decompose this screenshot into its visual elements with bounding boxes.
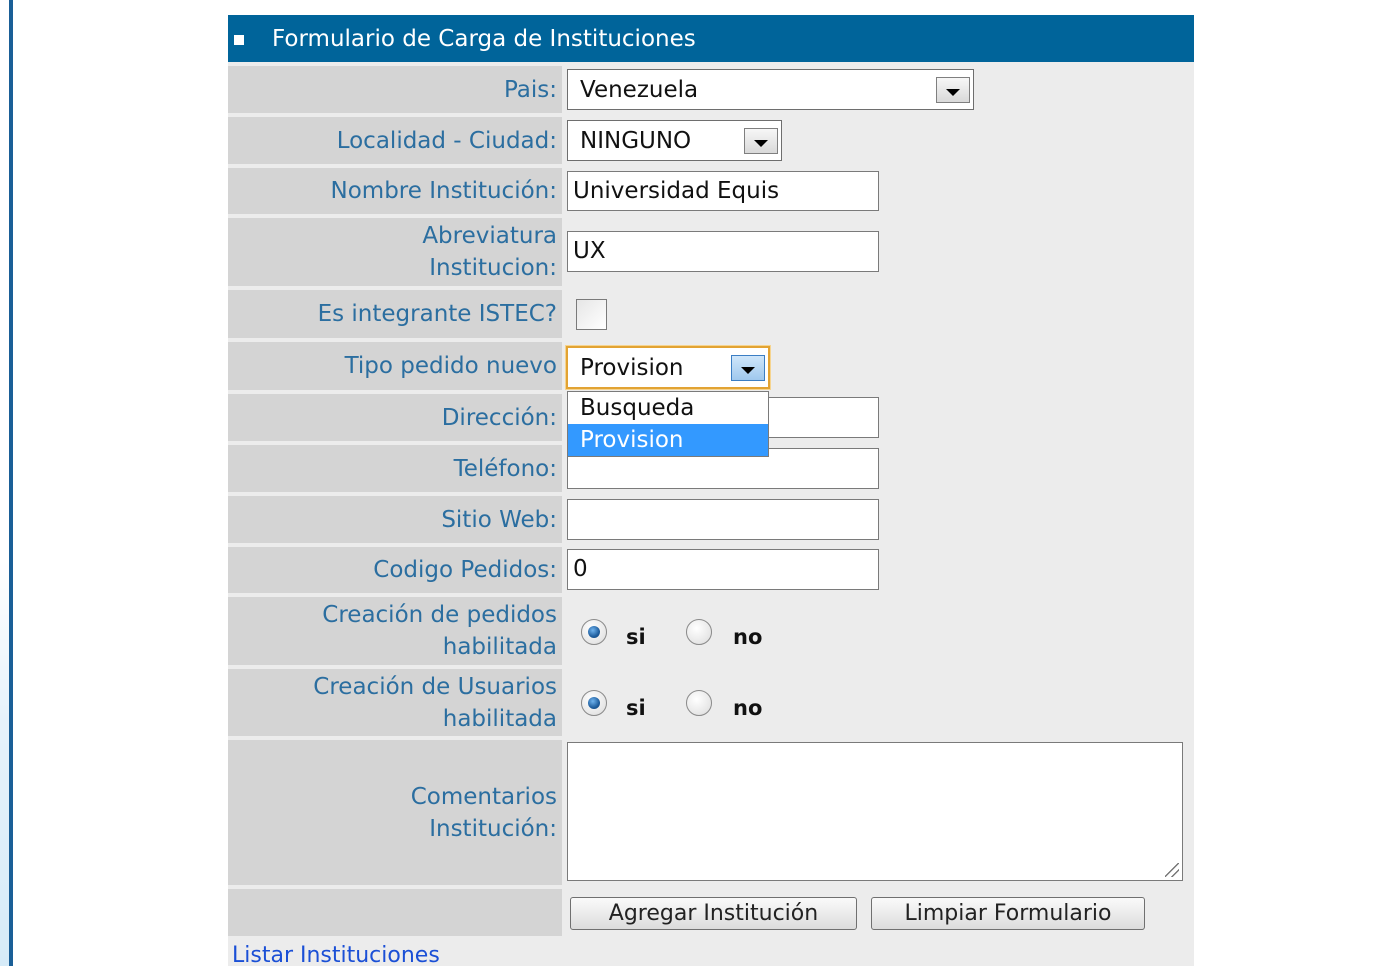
list-institutions-link[interactable]: Listar Instituciones bbox=[232, 943, 440, 968]
buttons-label-cell bbox=[228, 889, 562, 936]
creacion-usuarios-si-label: si bbox=[626, 696, 646, 720]
tipo-pedido-label-cell: Tipo pedido nuevo bbox=[228, 342, 562, 390]
istec-label-cell: Es integrante ISTEC? bbox=[228, 290, 562, 338]
chevron-down-icon bbox=[946, 89, 960, 96]
creacion-pedidos-si-label: si bbox=[626, 625, 646, 649]
creacion-pedidos-si-radio[interactable] bbox=[581, 619, 607, 645]
tipo-pedido-option-selected[interactable]: Provision bbox=[568, 424, 768, 456]
nombre-label-cell: Nombre Institución: bbox=[228, 168, 562, 214]
pais-label: Pais: bbox=[503, 76, 557, 103]
pais-select[interactable]: Venezuela bbox=[567, 69, 974, 110]
pais-select-value: Venezuela bbox=[580, 76, 699, 103]
chevron-down-icon bbox=[741, 367, 755, 374]
creacion-usuarios-label-line2: habilitada bbox=[442, 705, 557, 732]
direccion-label: Dirección: bbox=[441, 404, 557, 431]
clear-form-button[interactable]: Limpiar Formulario bbox=[871, 897, 1145, 930]
abreviatura-label-cell: Abreviatura Institucion: bbox=[228, 218, 562, 286]
bullet-icon bbox=[234, 35, 244, 45]
form-header: Formulario de Carga de Instituciones bbox=[228, 15, 1194, 62]
tipo-pedido-label: Tipo pedido nuevo bbox=[344, 353, 557, 379]
comentarios-label-cell: Comentarios Institución: bbox=[228, 740, 562, 885]
tipo-pedido-options-list: Busqueda Provision bbox=[567, 391, 769, 457]
add-institution-button[interactable]: Agregar Institución bbox=[570, 897, 857, 930]
telefono-label-cell: Teléfono: bbox=[228, 445, 562, 492]
istec-checkbox[interactable] bbox=[576, 299, 607, 330]
comentarios-label-line2: Institución: bbox=[429, 815, 557, 842]
nombre-input[interactable]: Universidad Equis bbox=[567, 171, 879, 211]
tipo-pedido-option[interactable]: Busqueda bbox=[568, 392, 768, 424]
creacion-pedidos-no-label: no bbox=[733, 625, 763, 649]
creacion-pedidos-no-radio[interactable] bbox=[686, 619, 712, 645]
localidad-label: Localidad - Ciudad: bbox=[336, 127, 557, 154]
abreviatura-label-line2: Institucion: bbox=[429, 255, 557, 281]
creacion-pedidos-label-cell: Creación de pedidos habilitada bbox=[228, 597, 562, 665]
nombre-label: Nombre Institución: bbox=[330, 178, 557, 204]
abreviatura-label-line1: Abreviatura bbox=[422, 223, 557, 249]
localidad-select-value: NINGUNO bbox=[580, 127, 692, 154]
istec-label: Es integrante ISTEC? bbox=[317, 301, 557, 327]
sitio-web-label-cell: Sitio Web: bbox=[228, 496, 562, 543]
creacion-usuarios-no-radio[interactable] bbox=[686, 690, 712, 716]
sitio-web-label: Sitio Web: bbox=[441, 506, 557, 533]
localidad-dropdown-button[interactable] bbox=[744, 127, 778, 154]
sitio-web-input[interactable] bbox=[567, 499, 879, 540]
creacion-usuarios-label-cell: Creación de Usuarios habilitada bbox=[228, 669, 562, 736]
form-title: Formulario de Carga de Instituciones bbox=[272, 26, 696, 52]
telefono-label: Teléfono: bbox=[453, 455, 557, 482]
chevron-down-icon bbox=[754, 140, 768, 147]
page-left-border bbox=[9, 0, 13, 966]
abreviatura-input[interactable]: UX bbox=[567, 231, 879, 272]
creacion-usuarios-no-label: no bbox=[733, 696, 763, 720]
creacion-usuarios-si-radio[interactable] bbox=[581, 690, 607, 716]
codigo-pedidos-input[interactable]: 0 bbox=[567, 549, 879, 590]
tipo-pedido-dropdown-button[interactable] bbox=[731, 354, 765, 381]
resize-grip-icon[interactable] bbox=[1165, 863, 1179, 877]
comentarios-label-line1: Comentarios bbox=[410, 783, 557, 810]
creacion-pedidos-label-line1: Creación de pedidos bbox=[322, 602, 557, 628]
codigo-pedidos-label: Codigo Pedidos: bbox=[373, 557, 557, 583]
codigo-pedidos-label-cell: Codigo Pedidos: bbox=[228, 547, 562, 593]
tipo-pedido-select[interactable]: Provision bbox=[566, 346, 770, 389]
creacion-pedidos-label-line2: habilitada bbox=[442, 634, 557, 660]
left-background-fade bbox=[0, 560, 9, 966]
comentarios-textarea[interactable] bbox=[567, 742, 1183, 881]
pais-label-cell: Pais: bbox=[228, 66, 562, 113]
creacion-usuarios-label-line1: Creación de Usuarios bbox=[313, 673, 557, 700]
tipo-pedido-select-value: Provision bbox=[580, 354, 684, 381]
localidad-label-cell: Localidad - Ciudad: bbox=[228, 117, 562, 164]
pais-dropdown-button[interactable] bbox=[936, 76, 970, 103]
localidad-select[interactable]: NINGUNO bbox=[567, 120, 782, 161]
direccion-label-cell: Dirección: bbox=[228, 394, 562, 441]
